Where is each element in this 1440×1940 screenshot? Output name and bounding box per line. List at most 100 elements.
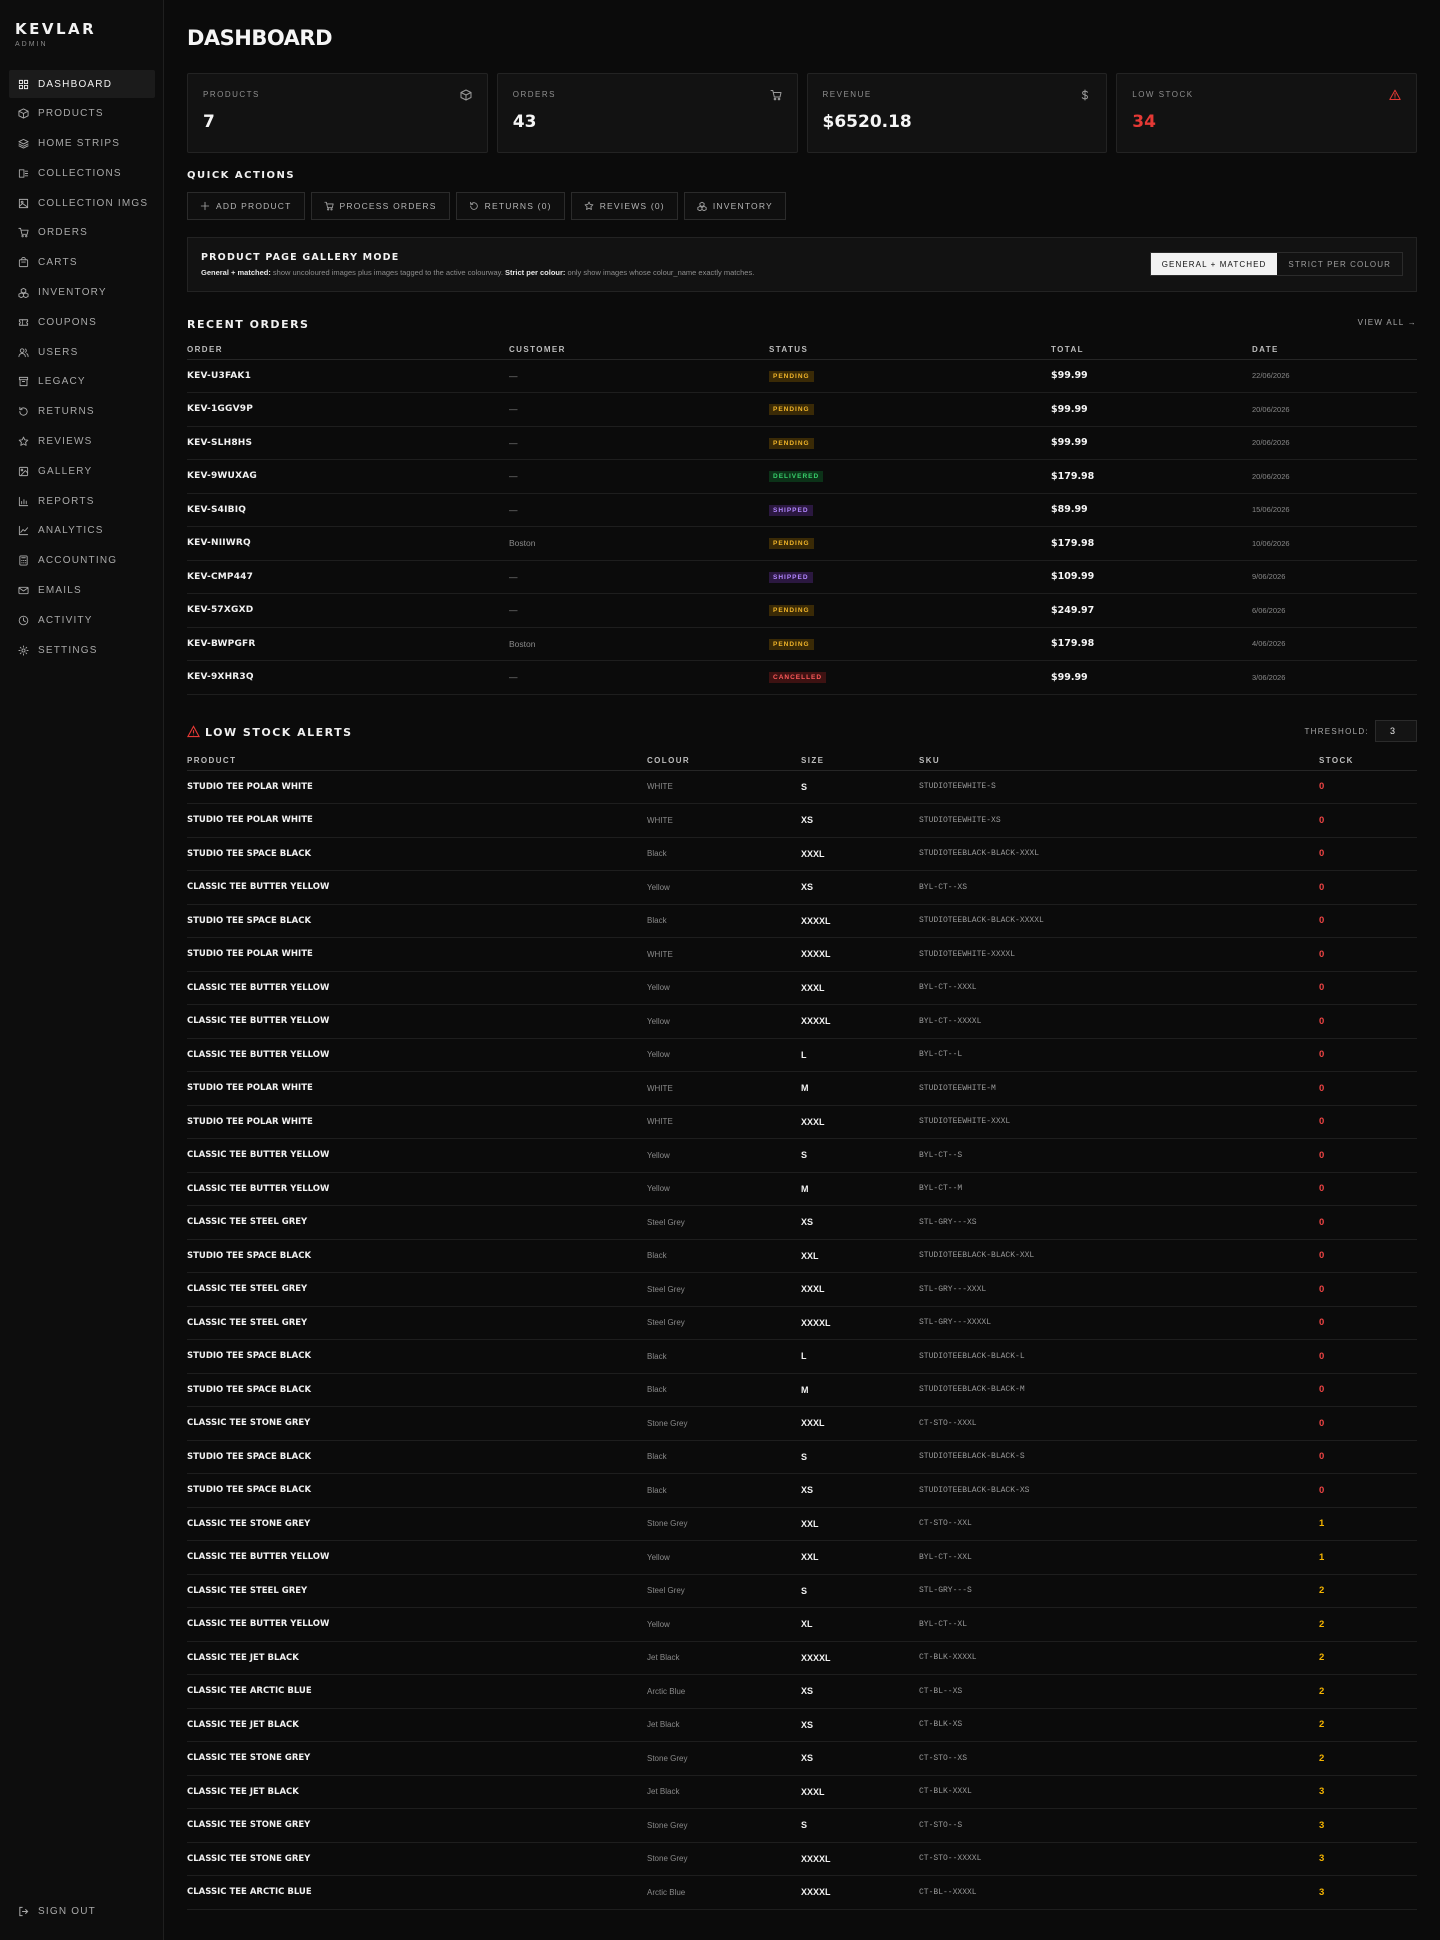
- sidebar-item-emails[interactable]: EMAILS: [9, 577, 155, 605]
- sign-out-button[interactable]: SIGN OUT: [18, 1906, 96, 1917]
- product-name[interactable]: STUDIO TEE SPACE BLACK: [187, 837, 647, 871]
- sidebar-item-collections[interactable]: COLLECTIONS: [9, 159, 155, 187]
- table-row[interactable]: STUDIO TEE SPACE BLACK Black L STUDIOTEEBLA…: [187, 1339, 1417, 1374]
- product-name[interactable]: CLASSIC TEE BUTTER YELLOW: [187, 1004, 647, 1039]
- order-id[interactable]: KEV-U3FAK1: [187, 359, 509, 393]
- table-row[interactable]: STUDIO TEE POLAR WHITE WHITE S STUDIOTEEWHI…: [187, 770, 1417, 804]
- order-id[interactable]: KEV-CMP447: [187, 560, 509, 594]
- table-row[interactable]: KEV-NIIWRQ Boston PENDING $179.98 10/06/2026: [187, 526, 1417, 561]
- order-id[interactable]: KEV-1GGV9P: [187, 392, 509, 427]
- threshold-input[interactable]: [1375, 720, 1417, 742]
- table-row[interactable]: STUDIO TEE POLAR WHITE WHITE XXXXL STUDIOTE…: [187, 937, 1417, 972]
- table-row[interactable]: STUDIO TEE SPACE BLACK Black XS STUDIOTEEBL…: [187, 1473, 1417, 1508]
- table-row[interactable]: STUDIO TEE SPACE BLACK Black M STUDIOTEEBLA…: [187, 1373, 1417, 1407]
- product-name[interactable]: CLASSIC TEE BUTTER YELLOW: [187, 1038, 647, 1072]
- product-name[interactable]: STUDIO TEE SPACE BLACK: [187, 1440, 647, 1474]
- sidebar-item-inventory[interactable]: INVENTORY: [9, 279, 155, 307]
- order-id[interactable]: KEV-S4IBIQ: [187, 493, 509, 527]
- quick-action-returns-button[interactable]: RETURNS (0): [455, 192, 565, 220]
- sidebar-item-settings[interactable]: SETTINGS: [9, 636, 155, 664]
- product-name[interactable]: CLASSIC TEE BUTTER YELLOW: [187, 1172, 647, 1206]
- strict-per-colour-option[interactable]: STRICT PER COLOUR: [1277, 253, 1402, 275]
- product-name[interactable]: CLASSIC TEE JET BLACK: [187, 1775, 647, 1809]
- product-name[interactable]: CLASSIC TEE ARCTIC BLUE: [187, 1674, 647, 1709]
- table-row[interactable]: STUDIO TEE POLAR WHITE WHITE M STUDIOTEEWHI…: [187, 1071, 1417, 1106]
- table-row[interactable]: CLASSIC TEE BUTTER YELLOW Yellow XXXL BYL-C…: [187, 971, 1417, 1005]
- table-row[interactable]: KEV-57XGXD — PENDING $249.97 6/06/2026: [187, 593, 1417, 628]
- product-name[interactable]: CLASSIC TEE STEEL GREY: [187, 1272, 647, 1307]
- table-row[interactable]: KEV-S4IBIQ — SHIPPED $89.99 15/06/2026: [187, 493, 1417, 527]
- product-name[interactable]: CLASSIC TEE BUTTER YELLOW: [187, 1540, 647, 1575]
- product-name[interactable]: STUDIO TEE SPACE BLACK: [187, 1239, 647, 1273]
- table-row[interactable]: STUDIO TEE POLAR WHITE WHITE XS STUDIOTEEWH…: [187, 803, 1417, 838]
- product-name[interactable]: STUDIO TEE POLAR WHITE: [187, 803, 647, 838]
- product-name[interactable]: CLASSIC TEE STEEL GREY: [187, 1205, 647, 1240]
- order-id[interactable]: KEV-NIIWRQ: [187, 526, 509, 561]
- table-row[interactable]: CLASSIC TEE BUTTER YELLOW Yellow XXL BYL-CT…: [187, 1540, 1417, 1575]
- sidebar-item-home-strips[interactable]: HOME STRIPS: [9, 130, 155, 158]
- table-row[interactable]: STUDIO TEE POLAR WHITE WHITE XXXL STUDIOTEE…: [187, 1105, 1417, 1139]
- table-row[interactable]: CLASSIC TEE JET BLACK Jet Black XXXL CT-BLK…: [187, 1775, 1417, 1809]
- table-row[interactable]: CLASSIC TEE STONE GREY Stone Grey XXL CT-ST…: [187, 1507, 1417, 1541]
- table-row[interactable]: KEV-1GGV9P — PENDING $99.99 20/06/2026: [187, 392, 1417, 427]
- quick-action-add-product-button[interactable]: ADD PRODUCT: [187, 192, 305, 220]
- product-name[interactable]: STUDIO TEE POLAR WHITE: [187, 770, 647, 804]
- product-name[interactable]: STUDIO TEE SPACE BLACK: [187, 1373, 647, 1407]
- table-row[interactable]: CLASSIC TEE STONE GREY Stone Grey S CT-STO-…: [187, 1808, 1417, 1843]
- table-row[interactable]: KEV-CMP447— SHIPPED $109.99 9/06/2026: [187, 560, 1417, 594]
- table-row[interactable]: CLASSIC TEE JET BLACK Jet Black XXXXL CT-BL…: [187, 1641, 1417, 1675]
- sidebar-item-accounting[interactable]: ACCOUNTING: [9, 547, 155, 575]
- sidebar-item-reports[interactable]: REPORTS: [9, 487, 155, 515]
- product-name[interactable]: CLASSIC TEE STONE GREY: [187, 1507, 647, 1541]
- table-row[interactable]: KEV-SLH8HS — PENDING $99.99 20/06/2026: [187, 426, 1417, 460]
- order-id[interactable]: KEV-SLH8HS: [187, 426, 509, 460]
- table-row[interactable]: CLASSIC TEE STEEL GREY Steel Grey S STL-GRY…: [187, 1574, 1417, 1608]
- product-name[interactable]: STUDIO TEE SPACE BLACK: [187, 1473, 647, 1508]
- sidebar-item-products[interactable]: PRODUCTS: [9, 100, 155, 128]
- table-row[interactable]: CLASSIC TEE BUTTER YELLOW Yellow XL BYL-CT-…: [187, 1607, 1417, 1642]
- product-name[interactable]: CLASSIC TEE STONE GREY: [187, 1842, 647, 1876]
- sidebar-item-gallery[interactable]: GALLERY: [9, 457, 155, 485]
- product-name[interactable]: CLASSIC TEE JET BLACK: [187, 1708, 647, 1742]
- table-row[interactable]: KEV-9XHR3Q — CANCELLED $99.99 3/06/2026: [187, 660, 1417, 695]
- product-name[interactable]: CLASSIC TEE STONE GREY: [187, 1406, 647, 1441]
- sidebar-item-reviews[interactable]: REVIEWS: [9, 428, 155, 456]
- table-row[interactable]: CLASSIC TEE ARCTIC BLUE Arctic Blue XS CT-B…: [187, 1674, 1417, 1709]
- order-id[interactable]: KEV-BWPGFR: [187, 627, 509, 661]
- general-matched-option[interactable]: GENERAL + MATCHED: [1150, 253, 1278, 275]
- table-row[interactable]: KEV-9WUXAG — DELIVERED $179.98 20/06/2026: [187, 459, 1417, 494]
- sidebar-item-coupons[interactable]: COUPONS: [9, 308, 155, 336]
- sidebar-item-dashboard[interactable]: DASHBOARD: [9, 70, 155, 98]
- brand-logo[interactable]: KEVLAR: [15, 20, 96, 38]
- quick-action-reviews-button[interactable]: REVIEWS (0): [570, 192, 678, 220]
- sidebar-item-legacy[interactable]: LEGACY: [9, 368, 155, 396]
- sidebar-item-orders[interactable]: ORDERS: [9, 219, 155, 247]
- sidebar-item-analytics[interactable]: ANALYTICS: [9, 517, 155, 545]
- table-row[interactable]: CLASSIC TEE STEEL GREY Steel Grey XXXL STL-…: [187, 1272, 1417, 1307]
- table-row[interactable]: KEV-BWPGFR Boston PENDING $179.98 4/06/2026: [187, 627, 1417, 661]
- table-row[interactable]: CLASSIC TEE STEEL GREY Steel Grey XS STL-GR…: [187, 1205, 1417, 1240]
- product-name[interactable]: STUDIO TEE SPACE BLACK: [187, 904, 647, 938]
- product-name[interactable]: STUDIO TEE POLAR WHITE: [187, 1071, 647, 1106]
- product-name[interactable]: CLASSIC TEE BUTTER YELLOW: [187, 1607, 647, 1642]
- table-row[interactable]: CLASSIC TEE ARCTIC BLUE Arctic Blue XXXXL C…: [187, 1875, 1417, 1910]
- table-row[interactable]: CLASSIC TEE BUTTER YELLOW Yellow L BYL-CT--…: [187, 1038, 1417, 1072]
- product-name[interactable]: CLASSIC TEE STONE GREY: [187, 1808, 647, 1843]
- quick-action-process-orders-button[interactable]: PROCESS ORDERS: [310, 192, 450, 220]
- product-name[interactable]: CLASSIC TEE STEEL GREY: [187, 1306, 647, 1340]
- order-id[interactable]: KEV-57XGXD: [187, 593, 509, 628]
- table-row[interactable]: STUDIO TEE SPACE BLACK Black XXL STUDIOTEEB…: [187, 1239, 1417, 1273]
- table-row[interactable]: STUDIO TEE SPACE BLACK Black XXXXL STUDIOTE…: [187, 904, 1417, 938]
- table-row[interactable]: KEV-U3FAK1— PENDING $99.99 22/06/2026: [187, 359, 1417, 393]
- product-name[interactable]: CLASSIC TEE STONE GREY: [187, 1741, 647, 1776]
- table-row[interactable]: STUDIO TEE SPACE BLACK Black XXXL STUDIOTEE…: [187, 837, 1417, 871]
- sidebar-item-carts[interactable]: CARTS: [9, 249, 155, 277]
- table-row[interactable]: CLASSIC TEE JET BLACK Jet Black XS CT-BLK-X…: [187, 1708, 1417, 1742]
- product-name[interactable]: CLASSIC TEE JET BLACK: [187, 1641, 647, 1675]
- table-row[interactable]: CLASSIC TEE STONE GREY Stone Grey XS CT-STO…: [187, 1741, 1417, 1776]
- product-name[interactable]: CLASSIC TEE BUTTER YELLOW: [187, 870, 647, 905]
- table-row[interactable]: CLASSIC TEE STONE GREY Stone Grey XXXXL CT-…: [187, 1842, 1417, 1876]
- product-name[interactable]: STUDIO TEE POLAR WHITE: [187, 1105, 647, 1139]
- table-row[interactable]: CLASSIC TEE BUTTER YELLOW Yellow S BYL-CT--…: [187, 1138, 1417, 1173]
- product-name[interactable]: CLASSIC TEE BUTTER YELLOW: [187, 971, 647, 1005]
